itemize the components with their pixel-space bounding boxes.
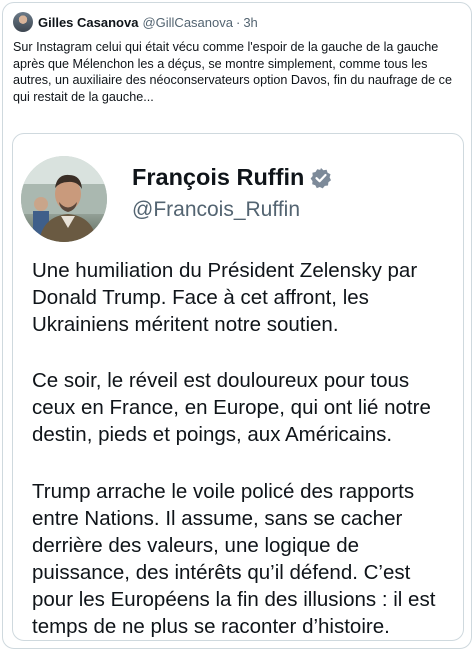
embedded-author-handle: @Francois_Ruffin (132, 198, 300, 221)
embedded-text-line: derrière des valeurs, une logique de (32, 534, 360, 557)
tweet-timestamp[interactable]: 3h (243, 15, 257, 30)
author-name[interactable]: Gilles Casanova (38, 15, 138, 30)
embedded-author-name: François Ruffin (132, 164, 332, 191)
verified-badge-icon (310, 167, 332, 189)
embedded-text-line: ceux en France, en Europe, qui ont lié n… (32, 396, 431, 419)
tweet-text: Sur Instagram celui qui était vécu comme… (13, 39, 465, 105)
embedded-text-line: destin, pieds et poings, aux Américains. (32, 423, 393, 446)
embedded-paragraph: Trump arrache le voile policé des rappor… (32, 478, 457, 640)
embedded-text-line: Trump arrache le voile policé des rappor… (32, 480, 415, 503)
author-handle[interactable]: @GillCasanova (142, 15, 233, 30)
embedded-text-line: pour les Européens la fin des illusions … (32, 588, 436, 611)
embedded-text-line: temps de ne plus se raconter d’histoire. (32, 615, 390, 638)
avatar[interactable] (13, 12, 33, 32)
tweet-header: Gilles Casanova @GillCasanova · 3h (13, 12, 258, 32)
tweet-text-line: autres, un auxiliaire des néoconservateu… (13, 73, 452, 87)
tweet-text-line: qui restait de la gauche... (13, 89, 154, 104)
separator-dot: · (235, 14, 241, 30)
embedded-author-name-text: François Ruffin (132, 164, 305, 190)
embedded-text-line: Ukrainiens méritent notre soutien. (32, 313, 339, 336)
embedded-paragraph: Une humiliation du Président Zelensky pa… (32, 257, 457, 338)
embedded-paragraph: Ce soir, le réveil est douloureux pour t… (32, 367, 457, 448)
embedded-avatar (21, 156, 107, 242)
embedded-text-line: Donald Trump. Face à cet affront, les (32, 286, 369, 309)
embedded-text-line: puissance, des intérêts qu’il défend. C’… (32, 561, 411, 584)
tweet-text-line: Sur Instagram celui qui était vécu comme… (13, 40, 439, 54)
embedded-text-line: Ce soir, le réveil est douloureux pour t… (32, 369, 410, 392)
tweet-text-line: après que Mélenchon les a déçus, se mont… (13, 56, 428, 71)
embedded-post-image[interactable]: François Ruffin @Francois_Ruffin Une hum… (12, 133, 464, 641)
embedded-text-line: entre Nations. Il assume, sans se cacher (32, 507, 403, 530)
embedded-text-line: Une humiliation du Président Zelensky pa… (32, 259, 418, 282)
tweet-card[interactable]: Gilles Casanova @GillCasanova · 3h Sur I… (2, 2, 472, 649)
